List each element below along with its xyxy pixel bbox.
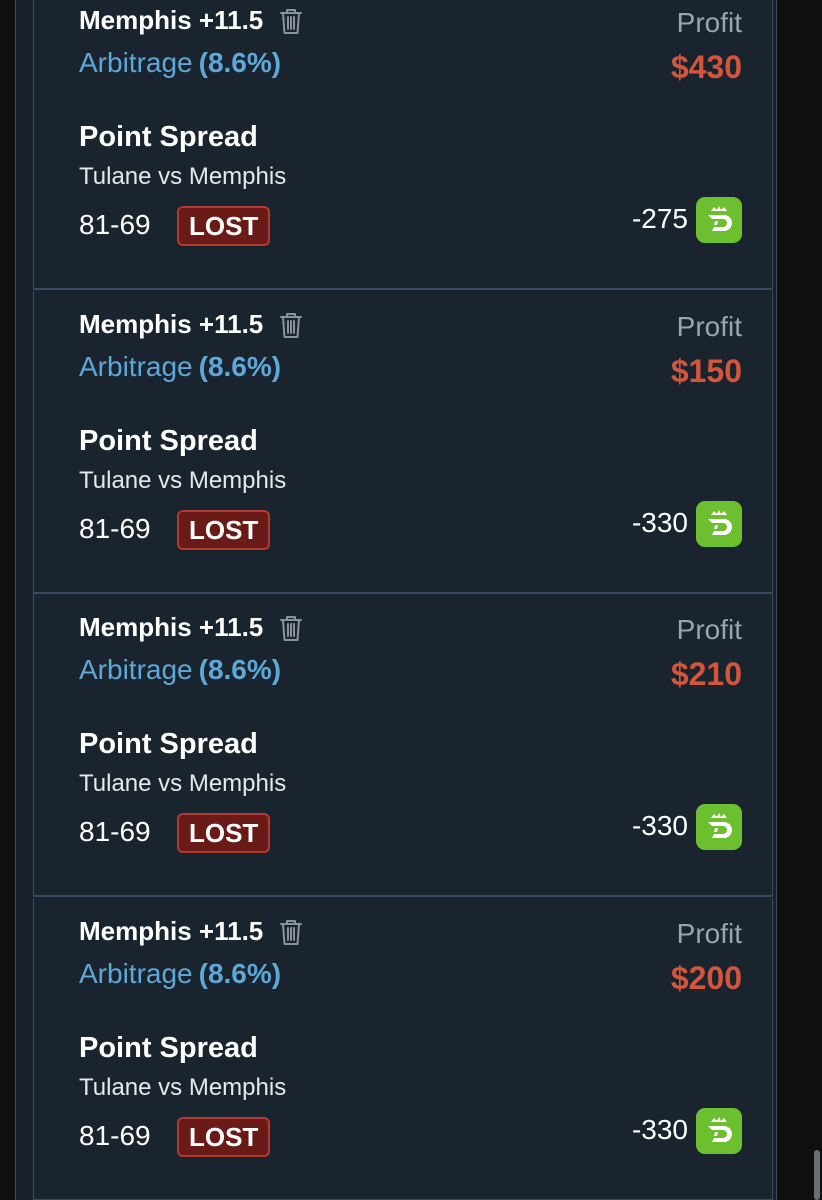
draftkings-logo-icon	[696, 197, 742, 243]
bet-percentage: (8.6%)	[198, 654, 282, 685]
draftkings-logo-icon	[696, 501, 742, 547]
bet-title-row: Memphis +11.5	[79, 916, 303, 947]
bet-selection: Memphis +11.5	[79, 5, 264, 35]
bet-history-view: Memphis +11.5 Arbitrage (8.6%) Profit $43…	[0, 0, 822, 1200]
bet-title-row: Memphis +11.5	[79, 309, 303, 340]
profit-value: $200	[670, 960, 742, 996]
profit-label: Profit	[676, 7, 742, 38]
final-score: 81-69	[79, 209, 151, 240]
matchup: Tulane vs Memphis	[79, 163, 287, 190]
odds-value: -330	[631, 810, 688, 841]
bet-type: Arbitrage (8.6%)	[79, 351, 281, 383]
bet-title-row: Memphis +11.5	[79, 612, 303, 643]
profit-value: $150	[670, 353, 742, 389]
odds-value: -330	[631, 507, 688, 538]
profit-label: Profit	[676, 614, 742, 645]
bet-type: Arbitrage (8.6%)	[79, 958, 281, 990]
final-score: 81-69	[79, 816, 151, 847]
bet-type-label: Arbitrage	[79, 958, 193, 989]
market-name: Point Spread	[79, 728, 258, 760]
odds-value: -330	[631, 1114, 688, 1145]
bet-type: Arbitrage (8.6%)	[79, 654, 281, 686]
draftkings-logo-icon	[696, 1108, 742, 1154]
profit-label: Profit	[676, 918, 742, 949]
matchup: Tulane vs Memphis	[79, 467, 287, 494]
result-badge: LOST	[177, 1117, 271, 1157]
bet-selection: Memphis +11.5	[79, 916, 264, 946]
market-name: Point Spread	[79, 121, 258, 153]
profit-value: $210	[670, 656, 742, 692]
profit-value: $430	[670, 49, 742, 85]
bet-card[interactable]: Memphis +11.5 Arbitrage (8.6%) Profit $43…	[33, 0, 773, 290]
result-badge: LOST	[177, 206, 271, 246]
bet-card[interactable]: Memphis +11.5 Arbitrage (8.6%) Profit $21…	[33, 594, 773, 897]
scrollbar[interactable]	[812, 0, 822, 1200]
bet-card[interactable]: Memphis +11.5 Arbitrage (8.6%) Profit $15…	[33, 291, 773, 594]
trash-icon[interactable]	[279, 614, 303, 642]
trash-icon[interactable]	[279, 311, 303, 339]
matchup: Tulane vs Memphis	[79, 770, 287, 797]
bet-percentage: (8.6%)	[198, 958, 282, 989]
bet-selection: Memphis +11.5	[79, 309, 264, 339]
bet-percentage: (8.6%)	[198, 47, 282, 78]
bet-percentage: (8.6%)	[198, 351, 282, 382]
profit-label: Profit	[676, 311, 742, 342]
result-badge: LOST	[177, 813, 271, 853]
final-score: 81-69	[79, 513, 151, 544]
bet-title-row: Memphis +11.5	[79, 5, 303, 36]
scrollbar-thumb[interactable]	[814, 1150, 820, 1200]
draftkings-logo-icon	[696, 804, 742, 850]
matchup: Tulane vs Memphis	[79, 1074, 287, 1101]
odds-value: -275	[631, 203, 688, 234]
market-name: Point Spread	[79, 425, 258, 457]
trash-icon[interactable]	[279, 918, 303, 946]
result-badge: LOST	[177, 510, 271, 550]
bet-type: Arbitrage (8.6%)	[79, 47, 281, 79]
bet-selection: Memphis +11.5	[79, 612, 264, 642]
bet-type-label: Arbitrage	[79, 47, 193, 78]
final-score: 81-69	[79, 1120, 151, 1151]
bet-card[interactable]: Memphis +11.5 Arbitrage (8.6%) Profit $20…	[33, 898, 773, 1200]
trash-icon[interactable]	[279, 7, 303, 35]
bet-type-label: Arbitrage	[79, 351, 193, 382]
bet-type-label: Arbitrage	[79, 654, 193, 685]
market-name: Point Spread	[79, 1032, 258, 1064]
